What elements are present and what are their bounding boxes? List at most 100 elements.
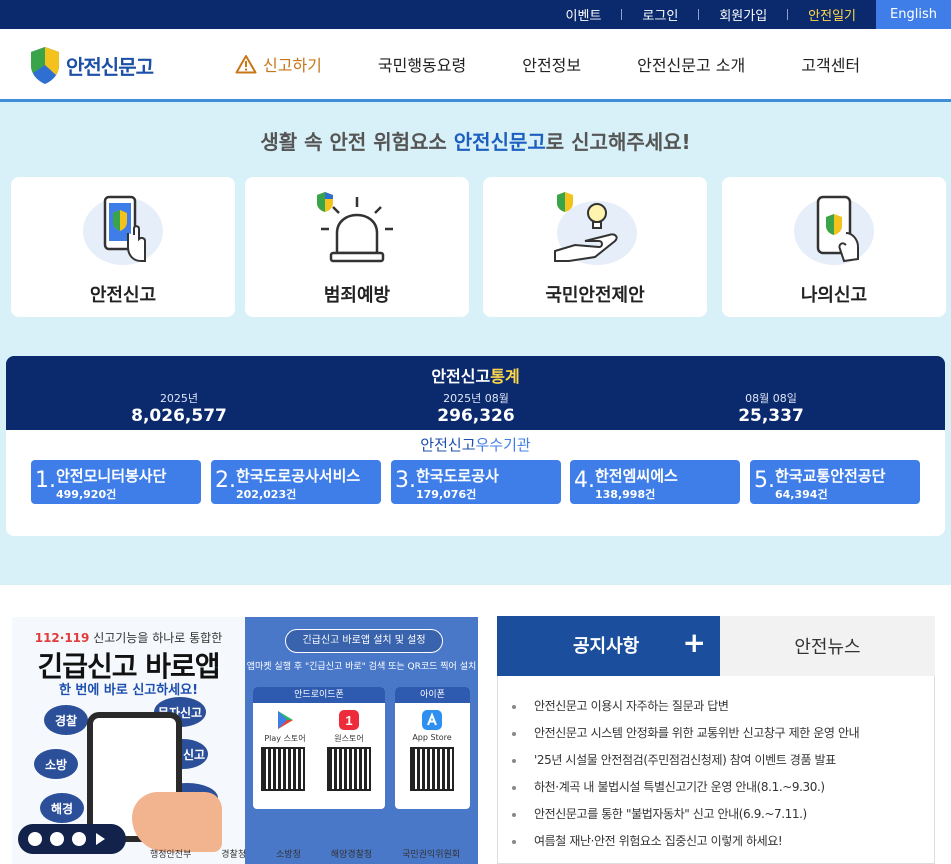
card-my-reports[interactable]: 나의신고: [722, 177, 946, 317]
org-rank-item[interactable]: 4. 한전엠씨에스 138,998건: [570, 460, 740, 504]
bubble-coast-guard: 해경: [40, 793, 84, 823]
android-heading: 안드로이드폰: [253, 687, 385, 703]
play-icon[interactable]: [96, 833, 105, 845]
card-label: 나의신고: [800, 285, 868, 306]
stat-year: 2025년 8,026,577: [79, 390, 279, 426]
banner-right: 긴급신고 바로앱 설치 및 설정 앱마켓 실행 후 "긴급신고 바로" 검색 또…: [245, 617, 478, 864]
org-count: 499,920건: [56, 488, 117, 501]
stat-label: 2025년 08월: [443, 392, 509, 405]
slider-controls: [18, 824, 126, 854]
nav-report[interactable]: 신고하기: [235, 52, 322, 76]
org-name: 안전모니터봉사단: [56, 467, 167, 485]
login-link[interactable]: 로그인: [622, 5, 698, 24]
org-rank-item[interactable]: 1. 안전모니터봉사단 499,920건: [31, 460, 201, 504]
card-safety-report[interactable]: 안전신고: [11, 177, 235, 317]
org-name: 한국도로공사서비스: [236, 467, 361, 485]
stat-value: 8,026,577: [131, 406, 227, 426]
org-rank: 4.: [574, 468, 595, 493]
partner-logo[interactable]: 국민권익위원회: [402, 847, 460, 860]
nav-customer-center[interactable]: 고객센터: [801, 52, 860, 76]
stats-title: 안전신고통계: [6, 363, 945, 387]
org-rank: 3.: [395, 468, 416, 493]
one-store-label: 1 원스토어: [325, 709, 373, 744]
partner-logo[interactable]: 경찰청: [221, 847, 246, 860]
qr-code[interactable]: [327, 747, 371, 791]
card-label: 범죄예방: [323, 285, 391, 306]
utility-links: 이벤트 로그인 회원가입 안전일기: [546, 0, 876, 29]
org-rank-item[interactable]: 2. 한국도로공사서비스 202,023건: [211, 460, 381, 504]
stats-title-highlight: 통계: [490, 367, 520, 386]
notice-list: 안전신문고 이용시 자주하는 질문과 답변 안전신문고 시스템 안정화를 위한 …: [512, 698, 932, 860]
tab-safety-news[interactable]: 안전뉴스: [720, 616, 935, 676]
nav-safety-info[interactable]: 안전정보: [522, 52, 581, 76]
event-link[interactable]: 이벤트: [546, 5, 622, 24]
orgs-title-highlight: 우수기관: [475, 436, 531, 454]
org-rank: 5.: [754, 468, 775, 493]
org-count: 202,023건: [236, 488, 297, 501]
play-store-label: Play 스토어: [261, 709, 309, 744]
card-safety-proposal[interactable]: 국민안전제안: [483, 177, 707, 317]
tab-notices[interactable]: 공지사항 +: [497, 616, 720, 676]
signup-link[interactable]: 회원가입: [699, 5, 787, 24]
slide-dot[interactable]: [50, 832, 64, 846]
english-button[interactable]: English: [876, 0, 951, 29]
nav-action-guide[interactable]: 국민행동요령: [378, 52, 466, 76]
banner-subheading: 112·119 신고기능을 하나로 통합한: [12, 629, 245, 646]
partner-logo[interactable]: 소방청: [276, 847, 301, 860]
hero-title-post: 로 신고해주세요!: [545, 130, 691, 154]
bubble-fire: 소방: [34, 749, 78, 779]
top-organizations-title: 안전신고우수기관: [6, 434, 945, 455]
top-utility-bar: 이벤트 로그인 회원가입 안전일기 English: [0, 0, 951, 29]
siren-icon: [317, 192, 393, 263]
org-rank-item[interactable]: 5. 한국교통안전공단 64,394건: [750, 460, 920, 504]
card-crime-prevention[interactable]: 범죄예방: [245, 177, 469, 317]
org-rank-item[interactable]: 3. 한국도로공사 179,076건: [391, 460, 561, 504]
partner-logo[interactable]: 해양경찰청: [331, 847, 372, 860]
svg-text:1: 1: [345, 713, 352, 728]
list-item[interactable]: 안전신문고 시스템 안정화를 위한 교통위반 신고창구 제한 운영 안내: [512, 725, 932, 752]
phone-shield-icon: [794, 195, 874, 265]
app-store-icon: [422, 710, 442, 730]
stat-label: 2025년: [159, 392, 199, 405]
qr-code[interactable]: [261, 747, 305, 791]
list-item[interactable]: 하천·계곡 내 불법시설 특별신고기간 운영 안내(8.1.~9.30.): [512, 779, 932, 806]
org-name: 한국도로공사: [416, 467, 499, 485]
stat-month: 2025년 08월 296,326: [376, 390, 576, 426]
main-nav: 신고하기 국민행동요령 안전정보 안전신문고 소개 고객센터: [235, 29, 916, 99]
slide-dot[interactable]: [72, 832, 86, 846]
orgs-title-pre: 안전신고: [420, 436, 476, 454]
list-item[interactable]: 여름철 재난·안전 위험요소 집중신고 이렇게 하세요!: [512, 833, 932, 860]
stat-label: 08월 08일: [745, 392, 797, 405]
stat-day: 08월 08일 25,337: [671, 390, 871, 426]
qr-code[interactable]: [410, 747, 454, 791]
ios-store-box: 아이폰 App Store: [395, 687, 470, 809]
org-count: 64,394건: [775, 488, 828, 501]
tab-notices-label: 공지사항: [573, 636, 640, 657]
site-header: 안전신문고 신고하기 국민행동요령 안전정보 안전신문고 소개 고객센터: [0, 29, 951, 102]
site-logo[interactable]: 안전신문고: [28, 45, 154, 85]
more-plus-icon[interactable]: +: [683, 626, 706, 659]
banner-emergency-numbers: 112·119: [34, 631, 90, 645]
banner-tagline: 한 번에 바로 신고하세요!: [58, 683, 199, 698]
nav-label: 신고하기: [263, 56, 322, 75]
org-rank: 1.: [35, 468, 56, 493]
list-item[interactable]: '25년 시설물 안전점검(주민점검신청제) 참여 이벤트 경품 발표: [512, 752, 932, 779]
slide-dot[interactable]: [28, 832, 42, 846]
shield-logo-icon: [31, 47, 59, 84]
safety-diary-link[interactable]: 안전일기: [788, 5, 876, 24]
partner-logo[interactable]: 행정안전부: [150, 847, 191, 860]
org-name: 한전엠씨에스: [595, 467, 678, 485]
list-item[interactable]: 안전신문고를 통한 "불법자동차" 신고 안내(6.9.~7.11.): [512, 806, 932, 833]
org-rank: 2.: [215, 468, 236, 493]
hero-section: 생활 속 안전 위험요소 안전신문고로 신고해주세요! 안전신고 범죄예방 국민…: [0, 102, 951, 585]
hero-title-highlight: 안전신문고: [453, 130, 546, 154]
stats-title-pre: 안전신고: [431, 367, 491, 386]
stat-value: 25,337: [738, 406, 804, 426]
install-guide-title: 긴급신고 바로앱 설치 및 설정: [285, 629, 443, 653]
org-count: 179,076건: [416, 488, 477, 501]
list-item[interactable]: 안전신문고 이용시 자주하는 질문과 답변: [512, 698, 932, 725]
card-label: 국민안전제안: [545, 285, 645, 306]
play-store-icon: [278, 711, 293, 729]
partner-logos: 행정안전부 경찰청 소방청 해양경찰청 국민권익위원회: [135, 842, 475, 864]
nav-about[interactable]: 안전신문고 소개: [637, 52, 745, 76]
